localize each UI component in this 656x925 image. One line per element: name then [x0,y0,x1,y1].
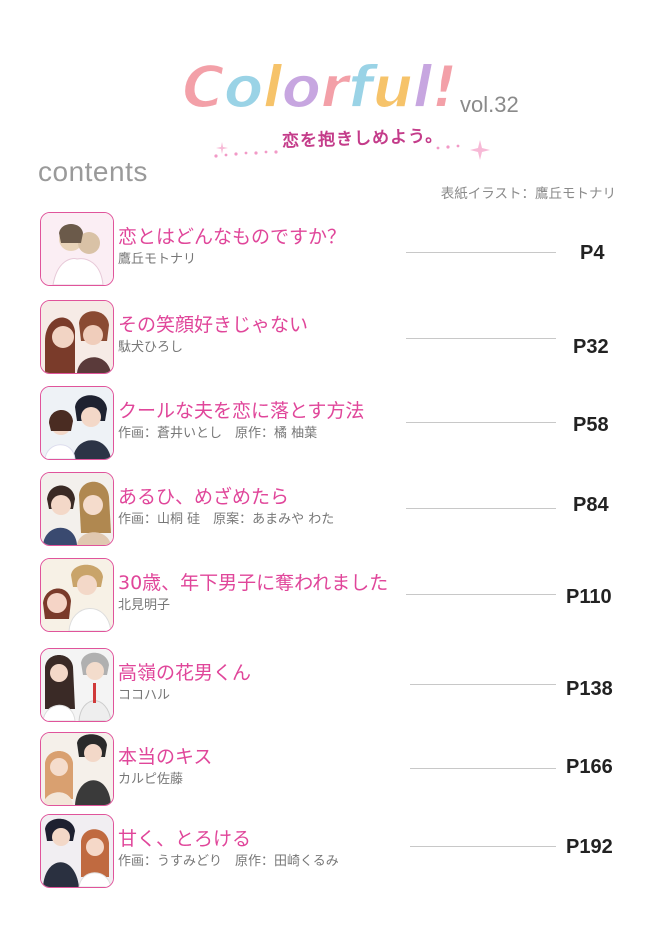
contents-heading: contents [38,156,148,187]
page-number: P166 [566,756,613,778]
story-thumbnail [40,558,114,632]
logo-letter: u [371,52,414,122]
toc-entry[interactable]: 恋とはどんなものですか？ 鷹丘モトナリ P4 [40,212,620,286]
story-author: 作画：うすみどり 原作：田崎くるみ [118,854,339,869]
story-author: カルピ佐藤 [118,772,184,787]
page-number: P4 [580,242,605,264]
story-title: 恋とはどんなものですか？ [118,226,347,248]
page-number: P32 [573,336,609,358]
logo-letter: C [181,52,226,122]
leader-line [410,684,556,685]
leader-line [406,508,556,509]
leader-line [410,768,556,769]
cover-illustration-credit: 表紙イラスト：鷹丘モトナリ [440,186,616,202]
logo-letter: r [319,52,350,122]
story-title: クールな夫を恋に落とす方法 [118,400,365,422]
story-thumbnail [40,212,114,286]
story-thumbnail [40,386,114,460]
story-title: 甘く、とろける [118,828,252,850]
story-title: 本当のキス [118,746,213,768]
logo-letter: l [411,52,433,122]
toc-entry[interactable]: クールな夫を恋に落とす方法 作画：蒼井いとし 原作：橘 柚葉 P58 [40,386,620,460]
story-thumbnail [40,648,114,722]
story-thumbnail [40,472,114,546]
logo-letter: ! [430,52,459,122]
story-author: 北見明子 [118,598,171,613]
story-thumbnail [40,814,114,888]
page-number: P110 [566,586,612,608]
story-title: その笑顔好きじゃない [118,314,309,336]
story-title: あるひ、めざめたら [118,486,290,508]
logo-letter: f [347,52,374,122]
story-author: 駄犬ひろし [118,340,184,355]
leader-line [406,338,556,339]
leader-line [406,422,556,423]
magazine-logo: Colorful! vol.32 恋を抱きしめよう。 [178,52,538,167]
toc-entry[interactable]: 高嶺の花男くん ココハル P138 [40,648,620,722]
story-author: 作画：山桐 硅 原案：あまみや わた [118,512,335,527]
volume-number: vol.32 [460,92,519,117]
page-number: P58 [573,414,609,436]
toc-entry[interactable]: あるひ、めざめたら 作画：山桐 硅 原案：あまみや わた P84 [40,472,620,546]
toc-entry[interactable]: 30歳、年下男子に奪われました 北見明子 P110 [40,558,620,632]
logo-wordmark: Colorful! [181,52,459,122]
leader-line [406,252,556,253]
toc-entry[interactable]: 甘く、とろける 作画：うすみどり 原作：田崎くるみ P192 [40,814,620,888]
story-thumbnail [40,300,114,374]
logo-letter: l [261,52,283,122]
story-author: ココハル [118,688,171,703]
logo-letter: o [223,52,265,122]
story-author: 鷹丘モトナリ [118,252,197,267]
page-number: P192 [566,836,613,858]
leader-line [406,594,556,595]
logo-letter: o [280,52,322,122]
toc-entry[interactable]: 本当のキス カルピ佐藤 P166 [40,732,620,806]
story-author: 作画：蒼井いとし 原作：橘 柚葉 [118,426,318,441]
story-thumbnail [40,732,114,806]
toc-entry[interactable]: その笑顔好きじゃない 駄犬ひろし P32 [40,300,620,374]
story-title: 高嶺の花男くん [118,662,252,684]
leader-line [410,846,556,847]
story-title: 30歳、年下男子に奪われました [118,572,389,594]
page-number: P84 [573,494,609,516]
page-number: P138 [566,678,613,700]
